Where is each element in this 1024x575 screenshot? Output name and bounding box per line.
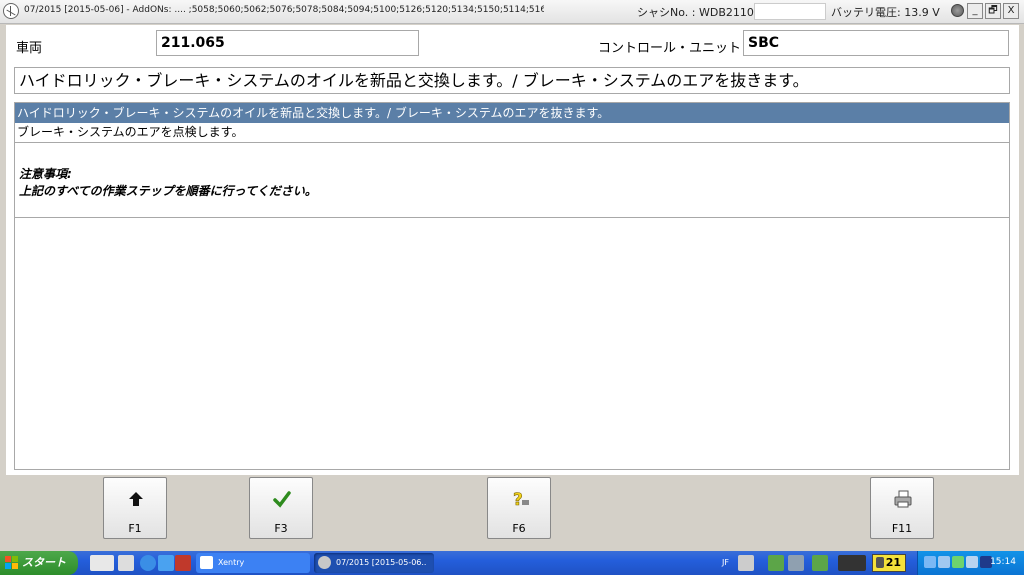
taskbar: スタート Xentry 07/2015 [2015-05-06.. JF 21 … (0, 551, 1024, 575)
title-bar: 07/2015 [2015-05-06] - AddONs: .... ;505… (0, 0, 1024, 24)
window-title: 07/2015 [2015-05-06] - AddONs: .... ;505… (24, 5, 544, 15)
clock[interactable]: 15:14 (990, 557, 1016, 567)
chassis-masked-field (754, 3, 826, 20)
app-icon[interactable] (175, 555, 191, 571)
f6-button[interactable]: ? F6 (487, 477, 551, 539)
procedure-title: ハイドロリック・ブレーキ・システムのオイルを新品と交換します。/ ブレーキ・シス… (14, 67, 1010, 94)
printer-icon (894, 490, 912, 508)
help-icon: ? (513, 490, 529, 509)
step-list[interactable]: ハイドロリック・ブレーキ・システムのオイルを新品と交換します。/ ブレーキ・シス… (14, 102, 1010, 470)
tray-icon[interactable] (938, 556, 950, 568)
checkmark-icon (273, 491, 291, 508)
network-icon[interactable] (924, 556, 936, 568)
explorer-icon[interactable] (158, 555, 174, 571)
language-indicator[interactable]: JF (722, 558, 729, 567)
task-window-label: 07/2015 [2015-05-06.. (336, 558, 427, 567)
voltage-status-icon (951, 4, 964, 17)
chassis-value: WDB2110 (698, 6, 754, 19)
notes-heading: 注意事項: (19, 167, 72, 181)
tray-icon[interactable] (788, 555, 804, 571)
f1-label: F1 (128, 522, 142, 535)
mercedes-star-icon (3, 3, 19, 19)
f1-button[interactable]: F1 (103, 477, 167, 539)
tray-icon[interactable] (738, 555, 754, 571)
tray-icon[interactable] (812, 555, 828, 571)
ie-icon[interactable] (140, 555, 156, 571)
system-tray: 15:14 (917, 551, 1024, 575)
keyboard-icon[interactable] (90, 555, 114, 571)
f11-button[interactable]: F11 (870, 477, 934, 539)
notes-body: 上記のすべての作業ステップを順番に行ってください。 (19, 184, 317, 198)
control-unit-field: SBC (743, 30, 1009, 56)
task-xentry[interactable]: Xentry (196, 553, 310, 573)
start-label: スタート (22, 556, 66, 569)
xentry-icon (200, 556, 213, 569)
start-button[interactable]: スタート (0, 551, 78, 575)
device-icon[interactable] (838, 555, 866, 571)
windows-flag-icon (5, 556, 18, 569)
chassis-number: シャシNo. : WDB2110 (637, 3, 826, 20)
wifi-icon[interactable] (952, 556, 964, 568)
battery-voltage: バッテリ電圧: 13.9 V (831, 4, 940, 20)
control-unit-label: コントロール・ユニット (598, 41, 742, 56)
f6-label: F6 (512, 522, 526, 535)
vehicle-field: 211.065 (156, 30, 419, 56)
tray-counter-value: 21 (885, 556, 901, 569)
svg-text:?: ? (513, 490, 523, 509)
task-window[interactable]: 07/2015 [2015-05-06.. (314, 553, 434, 573)
grid-icon[interactable] (118, 555, 134, 571)
lock-icon (876, 557, 884, 568)
tray-icon[interactable] (966, 556, 978, 568)
arrow-up-icon (129, 492, 143, 506)
voltage-value: 13.9 V (904, 6, 940, 19)
chassis-label: シャシNo. : (637, 6, 696, 19)
mercedes-star-icon (318, 556, 331, 569)
close-button[interactable]: X (1003, 3, 1019, 19)
f3-label: F3 (274, 522, 288, 535)
restore-button[interactable]: 🗗 (985, 3, 1001, 19)
step-row[interactable]: ブレーキ・システムのエアを点検します。 (15, 123, 1009, 143)
minimize-button[interactable]: _ (967, 3, 983, 19)
vehicle-label: 車両 (16, 41, 43, 56)
task-xentry-label: Xentry (218, 558, 245, 567)
notes-section: 注意事項: 上記のすべての作業ステップを順番に行ってください。 (15, 143, 1009, 218)
step-row-selected[interactable]: ハイドロリック・ブレーキ・システムのオイルを新品と交換します。/ ブレーキ・シス… (15, 103, 1009, 123)
tray-icon[interactable] (768, 555, 784, 571)
f3-button[interactable]: F3 (249, 477, 313, 539)
main-panel: 車両 211.065 コントロール・ユニット SBC ハイドロリック・ブレーキ・… (6, 25, 1019, 475)
tray-counter[interactable]: 21 (872, 554, 906, 572)
voltage-label: バッテリ電圧: (831, 6, 901, 19)
f11-label: F11 (891, 522, 913, 535)
